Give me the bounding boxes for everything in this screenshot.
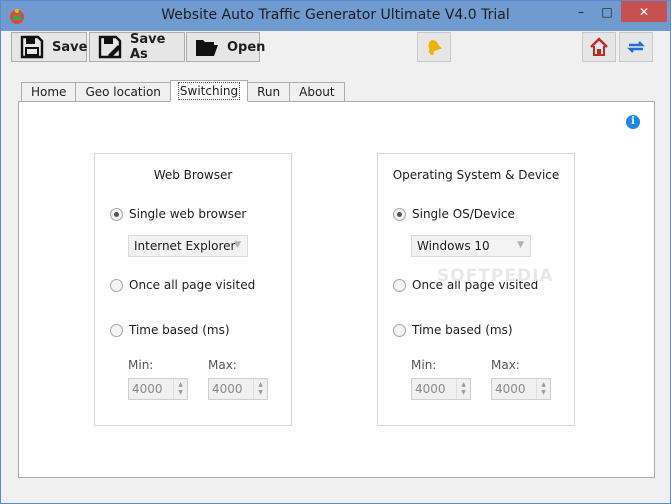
- title-bar[interactable]: Website Auto Traffic Generator Ultimate …: [1, 1, 670, 31]
- refresh-icon: [627, 41, 645, 53]
- tab-strip: Home Geo location Switching Run About: [21, 80, 345, 102]
- min-value: 4000: [132, 382, 163, 396]
- stepper-arrows-icon[interactable]: ▲ ▼: [253, 379, 267, 399]
- tab-geo-location[interactable]: Geo location: [75, 82, 171, 102]
- browser-select[interactable]: Internet Explorer ▼: [128, 235, 248, 257]
- tab-label: Switching: [177, 82, 241, 100]
- radio-unchecked-icon: [393, 323, 406, 337]
- max-label: Max:: [208, 358, 237, 372]
- save-as-label: Save As: [130, 32, 166, 62]
- save-as-button[interactable]: Save As: [89, 32, 185, 62]
- stepper-arrows-icon[interactable]: ▲ ▼: [536, 379, 550, 399]
- chevron-down-icon: ▼: [517, 240, 524, 250]
- radio-label: Time based (ms): [412, 323, 513, 337]
- radio-label: Single OS/Device: [412, 207, 515, 221]
- radio-label: Once all page visited: [129, 278, 256, 292]
- save-button[interactable]: Save: [11, 32, 87, 62]
- min-stepper[interactable]: 4000 ▲ ▼: [128, 378, 188, 400]
- maximize-button[interactable]: □: [594, 1, 620, 22]
- bell-icon: [428, 40, 442, 55]
- tab-label: Geo location: [85, 85, 161, 99]
- tab-home[interactable]: Home: [21, 82, 77, 102]
- tab-run[interactable]: Run: [247, 82, 291, 102]
- max-value: 4000: [495, 382, 526, 396]
- tab-label: About: [299, 85, 335, 99]
- minimize-button[interactable]: –: [568, 1, 594, 22]
- open-button[interactable]: Open: [186, 32, 265, 62]
- app-window: Website Auto Traffic Generator Ultimate …: [0, 0, 671, 504]
- min-label: Min:: [128, 358, 154, 372]
- watermark: SOFTPEDIA: [437, 266, 554, 286]
- radio-single-web-browser[interactable]: Single web browser: [110, 207, 246, 221]
- web-browser-group: Web Browser Single web browser Internet …: [94, 153, 292, 426]
- radio-unchecked-icon: [393, 278, 406, 292]
- min-stepper[interactable]: 4000 ▲ ▼: [411, 378, 471, 400]
- group-title: Web Browser: [153, 168, 233, 182]
- operating-system-group: Operating System & Device Single OS/Devi…: [377, 153, 575, 426]
- radio-unchecked-icon: [110, 323, 123, 337]
- save-as-icon: [98, 35, 122, 59]
- close-button[interactable]: ✕: [621, 1, 667, 22]
- info-icon[interactable]: i: [626, 115, 640, 129]
- open-label: Open: [227, 39, 266, 55]
- os-select[interactable]: Windows 10 ▼: [411, 235, 531, 257]
- home-button[interactable]: [582, 32, 616, 62]
- open-folder-icon: [196, 40, 218, 56]
- max-label: Max:: [491, 358, 520, 372]
- stepper-arrows-icon[interactable]: ▲ ▼: [173, 379, 187, 399]
- min-label: Min:: [411, 358, 437, 372]
- radio-once-all-page-visited[interactable]: Once all page visited: [110, 278, 255, 292]
- save-label: Save: [52, 39, 88, 55]
- max-value: 4000: [212, 382, 243, 396]
- group-title: Operating System & Device: [392, 168, 560, 182]
- chevron-down-icon: ▼: [234, 240, 241, 250]
- toolbar: Save Save As Open: [1, 31, 670, 63]
- notification-button[interactable]: [417, 32, 451, 62]
- tab-label: Home: [31, 85, 67, 99]
- radio-time-based[interactable]: Time based (ms): [393, 323, 513, 337]
- tab-label: Run: [257, 85, 281, 99]
- radio-checked-icon: [393, 207, 406, 221]
- tab-about[interactable]: About: [289, 82, 345, 102]
- radio-time-based[interactable]: Time based (ms): [110, 323, 230, 337]
- save-icon: [20, 35, 44, 59]
- home-icon: [590, 37, 608, 56]
- stepper-arrows-icon[interactable]: ▲ ▼: [456, 379, 470, 399]
- radio-label: Single web browser: [129, 207, 247, 221]
- max-stepper[interactable]: 4000 ▲ ▼: [208, 378, 268, 400]
- browser-select-value: Internet Explorer: [134, 239, 236, 253]
- radio-checked-icon: [110, 207, 123, 221]
- min-value: 4000: [415, 382, 446, 396]
- tab-switching[interactable]: Switching: [169, 80, 249, 102]
- max-stepper[interactable]: 4000 ▲ ▼: [491, 378, 551, 400]
- os-select-value: Windows 10: [417, 239, 490, 253]
- radio-unchecked-icon: [110, 278, 123, 292]
- refresh-button[interactable]: [619, 32, 653, 62]
- radio-label: Time based (ms): [129, 323, 230, 337]
- radio-single-os-device[interactable]: Single OS/Device: [393, 207, 515, 221]
- switching-panel: i Web Browser Single web browser Interne…: [18, 101, 655, 478]
